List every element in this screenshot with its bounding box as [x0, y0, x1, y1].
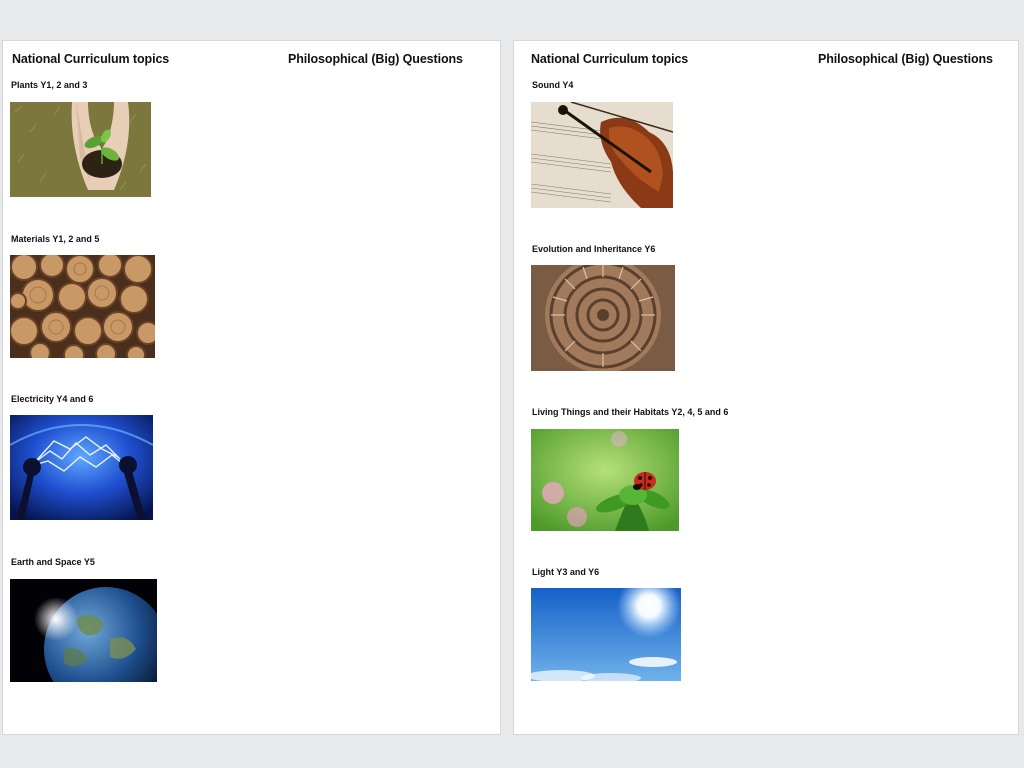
topic-label-electricity: Electricity Y4 and 6: [11, 394, 94, 404]
electric-arc-photo: [10, 415, 153, 520]
ladybird-on-leaf-photo: [531, 429, 679, 531]
topic-label-earth-and-space: Earth and Space Y5: [11, 557, 95, 567]
ammonite-fossil-photo: [531, 265, 675, 371]
topic-label-materials: Materials Y1, 2 and 5: [11, 234, 100, 244]
seedling-in-hands-photo: [10, 102, 151, 197]
topic-label-living-things-and-their-habitats: Living Things and their Habitats Y2, 4, …: [532, 407, 729, 417]
sun-in-sky-photo: [531, 588, 681, 681]
topic-label-evolution-and-inheritance: Evolution and Inheritance Y6: [532, 244, 656, 254]
heading-philosophical-questions: Philosophical (Big) Questions: [818, 52, 993, 66]
topic-label-sound: Sound Y4: [532, 80, 574, 90]
document-page-right: National Curriculum topics Philosophical…: [514, 41, 1018, 734]
topic-label-plants: Plants Y1, 2 and 3: [11, 80, 88, 90]
heading-national-curriculum-topics: National Curriculum topics: [531, 52, 689, 66]
document-page-left: National Curriculum topics Philosophical…: [3, 41, 500, 734]
heading-philosophical-questions: Philosophical (Big) Questions: [288, 52, 463, 66]
violin-sheet-music-photo: [531, 102, 673, 208]
heading-national-curriculum-topics: National Curriculum topics: [12, 52, 170, 66]
topic-label-light: Light Y3 and Y6: [532, 567, 600, 577]
earth-from-space-photo: [10, 579, 157, 682]
stacked-logs-photo: [10, 255, 155, 358]
